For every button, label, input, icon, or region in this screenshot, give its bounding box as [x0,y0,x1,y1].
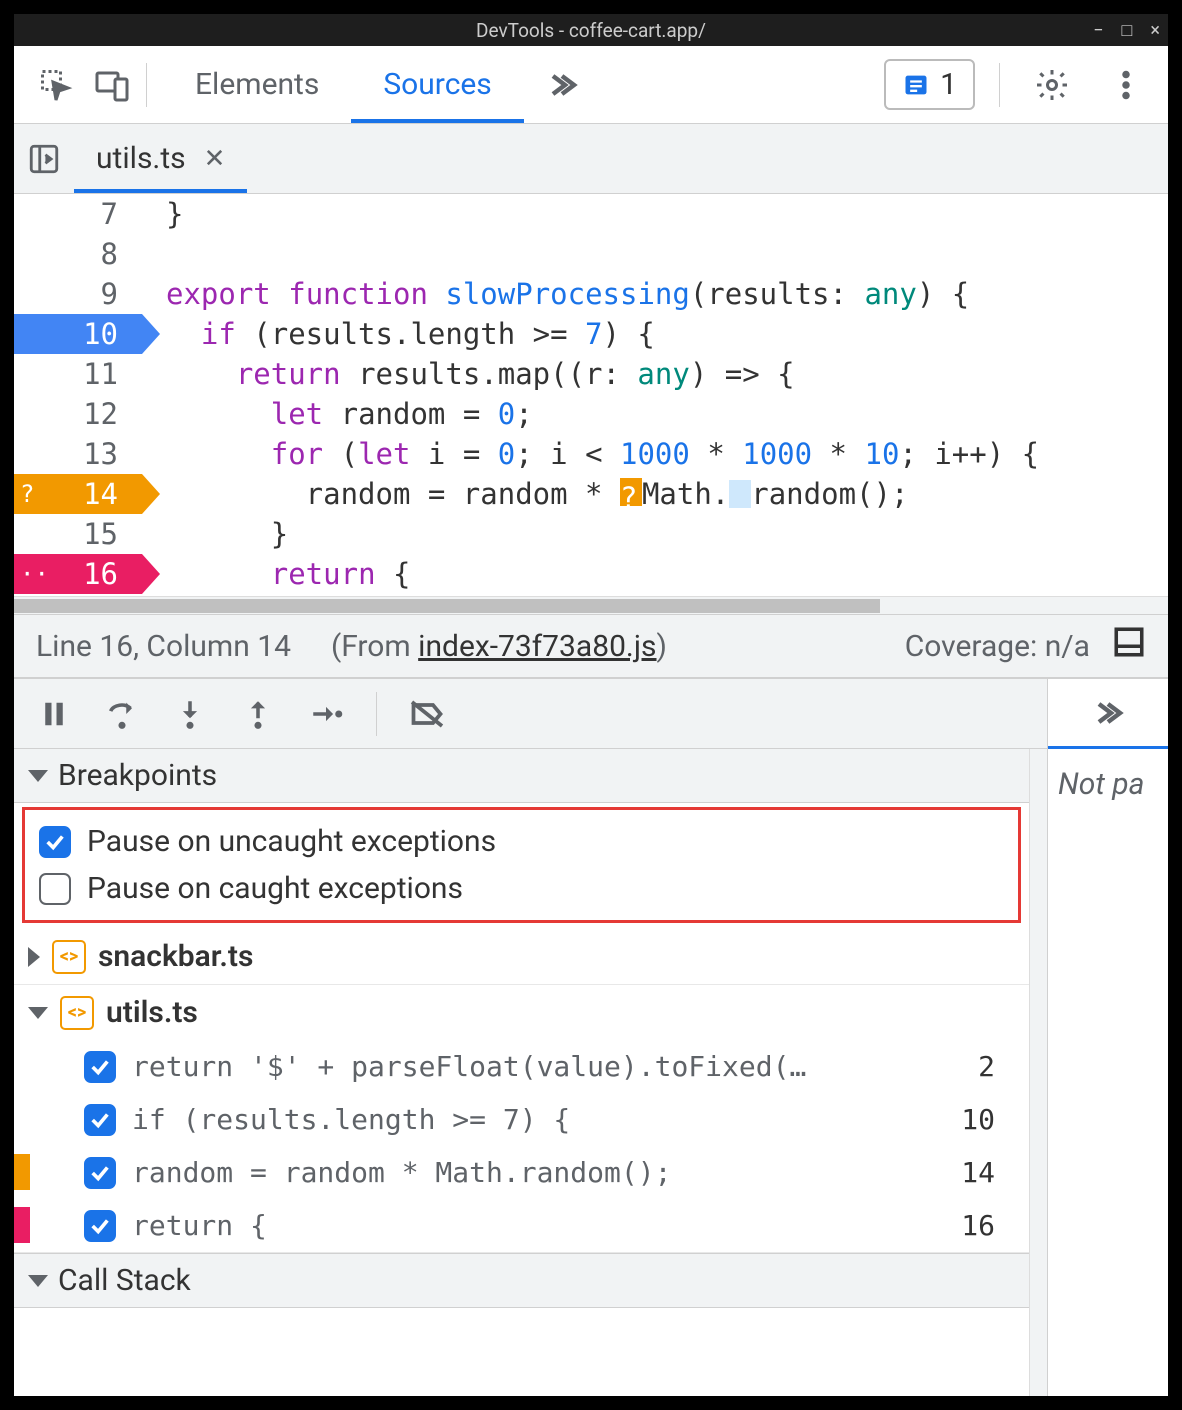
breakpoint-line-number: 2 [978,1050,1015,1083]
breakpoint-item[interactable]: return { 16 [14,1199,1029,1252]
code-line[interactable]: return { [166,554,1168,594]
code-line[interactable]: } [166,514,1168,554]
pause-caught-option[interactable]: Pause on caught exceptions [35,865,1008,912]
editor-status-bar: Line 16, Column 14 (From index-73f73a80.… [14,614,1168,678]
watch-status: Not pa [1048,749,1168,820]
code-line[interactable]: for (let i = 0; i < 1000 * 1000 * 10; i+… [166,434,1168,474]
step-into-icon[interactable] [168,692,212,736]
file-tab-label: utils.ts [96,141,186,176]
vertical-scrollbar[interactable] [1029,749,1047,1396]
breakpoint-file-group[interactable]: <> utils.ts [14,985,1029,1040]
coverage-status: Coverage: n/a [905,629,1090,664]
line-number[interactable]: 8 [14,234,142,274]
breakpoint-line-number: 10 [961,1103,1015,1136]
breakpoint-line-number: 16 [961,1209,1015,1242]
line-number[interactable]: 7 [14,194,142,234]
callstack-header[interactable]: Call Stack [14,1254,1029,1308]
show-drawer-icon[interactable] [1112,625,1146,667]
window-title: DevTools - coffee-cart.app/ [476,19,706,42]
breakpoint-marker-icon [14,1154,30,1190]
navigator-toggle-icon[interactable] [14,142,74,176]
code-line[interactable] [166,234,1168,274]
breakpoints-header[interactable]: Breakpoints [14,749,1029,803]
checkbox-icon[interactable] [84,1104,116,1136]
checkbox-icon[interactable] [84,1157,116,1189]
line-number[interactable]: 13 [14,434,142,474]
pause-uncaught-option[interactable]: Pause on uncaught exceptions [35,818,1008,865]
file-tab-bar: utils.ts ✕ [14,124,1168,194]
code-line[interactable]: return results.map((r: any) => { [166,354,1168,394]
file-name: utils.ts [106,995,198,1030]
issues-badge[interactable]: 1 [884,59,975,110]
issue-count: 1 [940,67,957,102]
chevron-down-icon [28,1275,48,1287]
file-icon: <> [60,996,94,1030]
breakpoint-code: if (results.length >= 7) { [132,1103,570,1136]
horizontal-scrollbar[interactable] [14,596,1168,614]
line-number[interactable]: 12 [14,394,142,434]
line-number[interactable]: 15 [14,514,142,554]
breakpoint-item[interactable]: random = random * Math.random(); 14 [14,1146,1029,1199]
debug-toolbar [14,679,1047,749]
panes-overflow-icon[interactable] [1048,679,1168,749]
more-icon[interactable] [1098,57,1154,113]
checkbox-icon[interactable] [84,1210,116,1242]
checkbox-icon[interactable] [84,1051,116,1083]
checkbox-unchecked-icon[interactable] [39,873,71,905]
breakpoint-code: random = random * Math.random(); [132,1156,671,1189]
pause-icon[interactable] [32,692,76,736]
chevron-down-icon [28,1007,48,1019]
chevron-down-icon [28,770,48,782]
inspect-icon[interactable] [28,57,84,113]
window-titlebar: DevTools - coffee-cart.app/ − □ × [14,14,1168,46]
breakpoint-file-group[interactable]: <> snackbar.ts [14,929,1029,984]
breakpoint-item[interactable]: return '$' + parseFloat(value).toFixed(…… [14,1040,1029,1093]
cursor-position: Line 16, Column 14 [36,629,291,664]
minimize-icon[interactable]: − [1093,20,1103,41]
code-editor[interactable]: 78910111213?1415··16 } export function sl… [14,194,1168,596]
file-name: snackbar.ts [98,939,253,974]
chevron-right-icon [28,947,40,967]
line-number[interactable]: 9 [14,274,142,314]
step-over-icon[interactable] [100,692,144,736]
code-line[interactable]: if (results.length >= 7) { [166,314,1168,354]
tabs-overflow-icon[interactable] [524,46,600,123]
code-line[interactable]: let random = 0; [166,394,1168,434]
breakpoint-item[interactable]: if (results.length >= 7) { 10 [14,1093,1029,1146]
close-tab-icon[interactable]: ✕ [204,144,226,174]
deactivate-breakpoints-icon[interactable] [405,692,449,736]
step-out-icon[interactable] [236,692,280,736]
main-toolbar: Elements Sources 1 [14,46,1168,124]
code-line[interactable]: export function slowProcessing(results: … [166,274,1168,314]
step-icon[interactable] [304,692,348,736]
line-number[interactable]: ··16 [14,554,142,594]
code-line[interactable]: } [166,194,1168,234]
sourcemap-info: (From index-73f73a80.js) [331,629,667,664]
file-icon: <> [52,940,86,974]
breakpoint-code: return { [132,1209,267,1242]
breakpoint-line-number: 14 [961,1156,1015,1189]
issue-icon [902,71,930,99]
checkbox-checked-icon[interactable] [39,826,71,858]
line-number[interactable]: 11 [14,354,142,394]
device-icon[interactable] [84,57,140,113]
tab-sources[interactable]: Sources [351,46,523,123]
close-icon[interactable]: × [1150,20,1160,41]
pause-exceptions-group: Pause on uncaught exceptions Pause on ca… [22,807,1021,923]
file-tab-utils[interactable]: utils.ts ✕ [74,124,247,193]
line-number[interactable]: ?14 [14,474,142,514]
line-number[interactable]: 10 [14,314,142,354]
breakpoint-code: return '$' + parseFloat(value).toFixed(… [132,1050,806,1083]
code-line[interactable]: random = random * ?Math.random(); [166,474,1168,514]
tab-elements[interactable]: Elements [163,46,351,123]
maximize-icon[interactable]: □ [1122,20,1133,41]
gear-icon[interactable] [1024,57,1080,113]
sourcemap-link[interactable]: index-73f73a80.js [418,629,656,664]
breakpoint-marker-icon [14,1207,30,1243]
